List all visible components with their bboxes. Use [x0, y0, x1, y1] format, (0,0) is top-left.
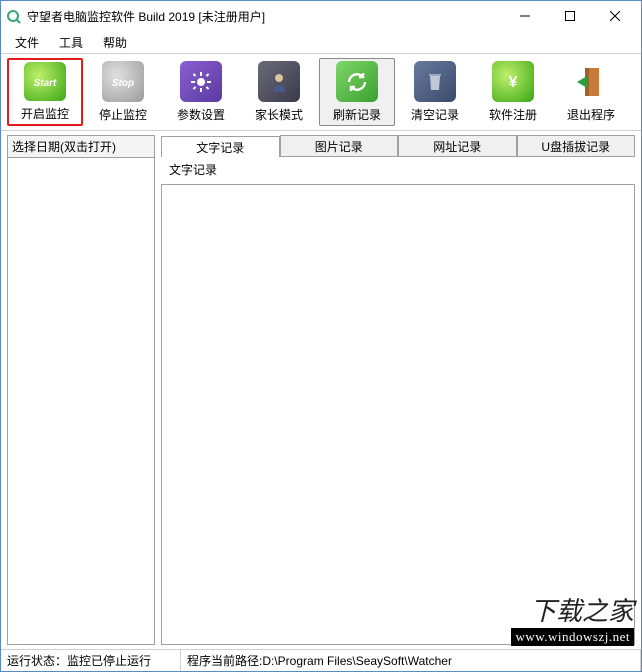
parent-label: 家长模式: [255, 106, 303, 123]
path-label: 程序当前路径:: [187, 654, 262, 668]
stop-monitor-button[interactable]: Stop 停止监控: [85, 58, 161, 126]
menu-tools[interactable]: 工具: [51, 32, 91, 53]
tab-image[interactable]: 图片记录: [280, 135, 399, 156]
refresh-label: 刷新记录: [333, 106, 381, 123]
gear-icon: [180, 61, 222, 102]
refresh-icon: [336, 61, 378, 102]
panel-subheader: 文字记录: [161, 157, 635, 182]
maximize-button[interactable]: [547, 2, 592, 30]
exit-label: 退出程序: [567, 106, 615, 123]
menu-file[interactable]: 文件: [7, 32, 47, 53]
parent-icon: [258, 61, 300, 102]
register-button[interactable]: ¥ 软件注册: [475, 58, 551, 126]
date-tree[interactable]: [7, 158, 155, 645]
status-value: 监控已停止运行: [67, 654, 151, 668]
stop-icon: Stop: [102, 61, 144, 102]
currency-icon: ¥: [492, 61, 534, 102]
svg-text:¥: ¥: [509, 74, 518, 91]
svg-text:Stop: Stop: [112, 78, 134, 89]
path-value: D:\Program Files\SeaySoft\Watcher: [262, 654, 452, 668]
svg-text:Start: Start: [34, 78, 57, 89]
app-icon: [5, 8, 21, 24]
tab-usb[interactable]: U盘插拔记录: [517, 135, 636, 156]
start-label: 开启监控: [21, 105, 69, 122]
close-button[interactable]: [592, 2, 637, 30]
settings-label: 参数设置: [177, 106, 225, 123]
exit-button[interactable]: 退出程序: [553, 58, 629, 126]
menu-help[interactable]: 帮助: [95, 32, 135, 53]
start-monitor-button[interactable]: Start 开启监控: [7, 58, 83, 126]
start-icon: Start: [24, 62, 66, 101]
clear-label: 清空记录: [411, 106, 459, 123]
window-title: 守望者电脑监控软件 Build 2019 [未注册用户]: [27, 8, 265, 25]
tab-url[interactable]: 网址记录: [398, 135, 517, 156]
stop-label: 停止监控: [99, 106, 147, 123]
log-textarea[interactable]: [161, 184, 635, 645]
minimize-button[interactable]: [502, 2, 547, 30]
tab-text[interactable]: 文字记录: [161, 136, 280, 157]
register-label: 软件注册: [489, 106, 537, 123]
parent-mode-button[interactable]: 家长模式: [241, 58, 317, 126]
status-label: 运行状态：: [7, 654, 67, 668]
refresh-button[interactable]: 刷新记录: [319, 58, 395, 126]
clear-button[interactable]: 清空记录: [397, 58, 473, 126]
trash-icon: [414, 61, 456, 102]
settings-button[interactable]: 参数设置: [163, 58, 239, 126]
date-select-header: 选择日期(双击打开): [7, 135, 155, 158]
exit-icon: [570, 61, 612, 102]
